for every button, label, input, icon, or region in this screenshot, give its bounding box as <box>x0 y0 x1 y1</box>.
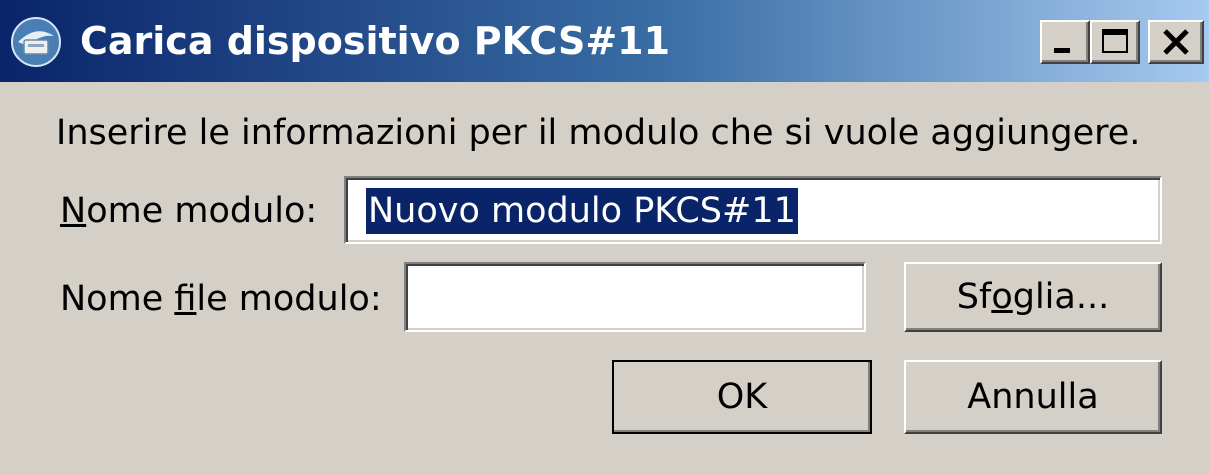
maximize-icon <box>1102 29 1128 53</box>
module-name-label-rest: ome modulo: <box>86 191 318 231</box>
dialog-window: Carica dispositivo PKCS#11 Inserire le i… <box>0 0 1209 474</box>
title-bar[interactable]: Carica dispositivo PKCS#11 <box>0 0 1209 82</box>
module-file-label: Nome file modulo: <box>60 274 382 324</box>
browse-label-rest: glia... <box>1012 277 1110 317</box>
browse-button[interactable]: Sf o glia... <box>904 262 1162 332</box>
module-name-value[interactable]: Nuovo modulo PKCS#11 <box>366 188 798 234</box>
instructions-text: Inserire le informazioni per il modulo c… <box>56 113 1141 153</box>
minimize-icon <box>1054 48 1070 53</box>
close-button[interactable] <box>1148 20 1204 64</box>
close-icon <box>1163 29 1189 55</box>
module-name-input[interactable]: Nuovo modulo PKCS#11 <box>344 176 1162 244</box>
maximize-button[interactable] <box>1090 20 1140 64</box>
cancel-label: Annulla <box>967 377 1099 417</box>
module-file-label-accel: f <box>174 279 197 319</box>
browse-label-accel: o <box>991 277 1013 317</box>
module-file-input[interactable] <box>404 262 866 332</box>
window-title: Carica dispositivo PKCS#11 <box>80 19 671 63</box>
app-icon <box>11 17 61 67</box>
minimize-button[interactable] <box>1040 20 1090 64</box>
ok-label: OK <box>716 377 768 417</box>
module-name-label: Nome modulo: <box>60 186 317 236</box>
module-file-label-pre: Nome <box>60 279 175 319</box>
module-file-label-rest: ile modulo: <box>196 279 382 319</box>
cancel-button[interactable]: Annulla <box>904 360 1162 434</box>
module-name-label-accel: N <box>60 191 87 231</box>
ok-button[interactable]: OK <box>612 360 872 434</box>
browse-label-pre: Sf <box>956 277 992 317</box>
